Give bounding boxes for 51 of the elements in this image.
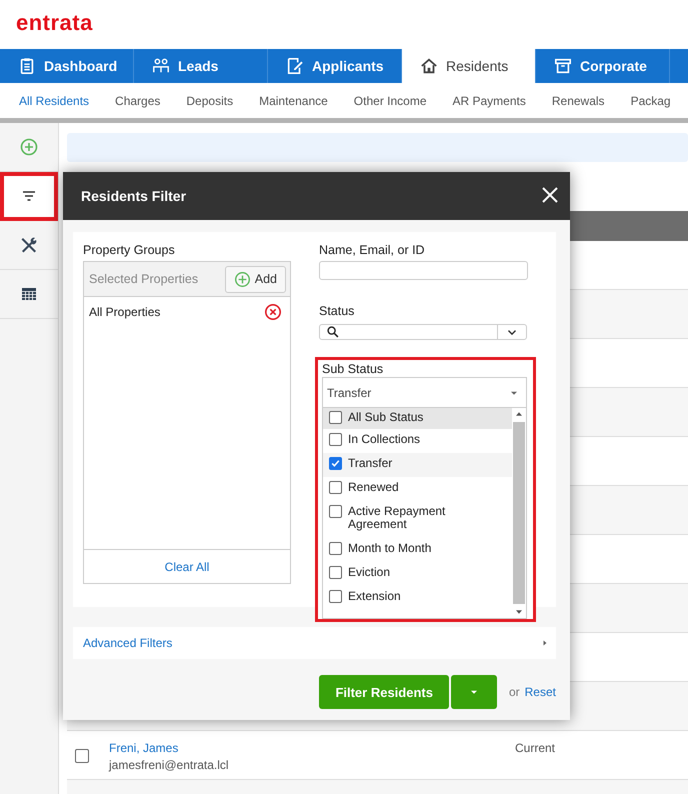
sub-status-option[interactable]: Eviction	[323, 562, 512, 586]
add-icon	[19, 137, 39, 157]
tools-icon	[19, 235, 39, 255]
field-label: Name, Email, or ID	[319, 242, 426, 258]
clipboard-icon	[18, 57, 36, 75]
name-input-field[interactable]	[319, 261, 528, 280]
nav-tab[interactable]: Residents	[402, 49, 536, 83]
resident-status: Current	[515, 741, 556, 755]
resident-name-link[interactable]: Freni, James	[109, 741, 515, 755]
advanced-filters-link[interactable]: Advanced Filters	[83, 636, 172, 650]
subnav-link[interactable]: AR Payments	[452, 94, 526, 108]
list-header-text: Selected Properties	[89, 272, 198, 286]
check-icon	[330, 458, 341, 469]
search-icon	[326, 325, 340, 339]
filter-tool-button[interactable]	[0, 172, 58, 221]
sub-status-select[interactable]: Transfer	[322, 377, 527, 408]
subnav-link[interactable]: Deposits	[186, 94, 234, 108]
sub-status-option[interactable]: Renewed	[323, 477, 512, 501]
subnav-link[interactable]: All Residents	[19, 94, 90, 108]
subnav-link[interactable]: Charges	[115, 94, 160, 108]
dialog-title: Residents Filter	[81, 188, 186, 204]
sub-status-option[interactable]: All Sub Status	[323, 408, 512, 429]
field-label: Status	[319, 303, 356, 319]
sub-status-option[interactable]: Extension	[323, 586, 512, 610]
archive-box-icon	[554, 57, 572, 75]
edit-document-icon	[286, 57, 304, 75]
field-label: Property Groups	[83, 242, 176, 258]
house-icon	[420, 57, 438, 75]
field-label: Sub Status	[322, 362, 384, 376]
resident-email: jamesfreni@entrata.lcl	[109, 758, 230, 772]
add-button[interactable]: Add	[224, 266, 286, 292]
people-icon	[152, 57, 170, 75]
sub-status-option[interactable]: Transfer	[323, 453, 512, 477]
close-icon	[540, 185, 560, 205]
add-icon	[234, 270, 251, 288]
subnav-link[interactable]: Other Income	[354, 94, 426, 108]
remove-button[interactable]	[264, 303, 282, 321]
status-field[interactable]	[319, 324, 527, 340]
subnav-link[interactable]: Maintenance	[259, 94, 328, 108]
sub-status-option[interactable]: In Collections	[323, 429, 512, 453]
subnav-link[interactable]: Renewals	[552, 94, 605, 108]
sub-status-option[interactable]: Month to Month	[323, 538, 512, 562]
subnav-link[interactable]: Packag	[630, 94, 671, 108]
or-text: or	[508, 685, 520, 699]
sub-status-option[interactable]: Active Repayment Agreement	[323, 501, 512, 538]
reset-link[interactable]: Reset	[524, 685, 556, 699]
row-checkbox[interactable]	[75, 749, 89, 763]
entrata-logo[interactable]: entrata	[16, 10, 93, 36]
clear-all-link[interactable]: Clear All	[164, 560, 210, 574]
remove-icon	[264, 303, 282, 321]
property-item: All Properties	[89, 305, 160, 319]
